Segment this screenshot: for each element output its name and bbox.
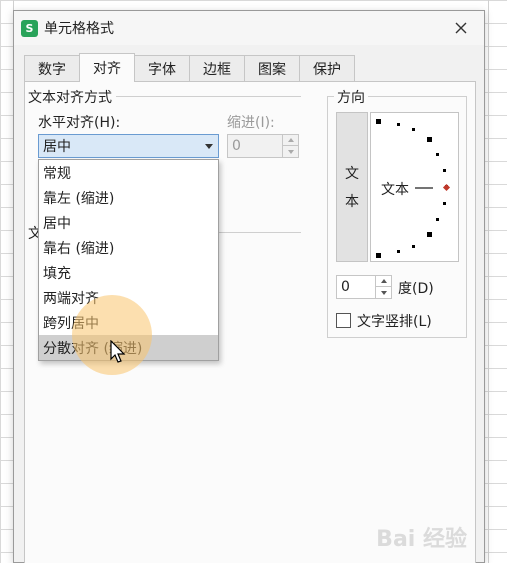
indent-label: 缩进(I): — [227, 115, 275, 131]
indent-down-button[interactable] — [283, 146, 298, 157]
dialog-title: 单元格格式 — [44, 21, 114, 37]
vertical-text-checkbox[interactable] — [336, 313, 351, 328]
dial-text: 文本 — [381, 182, 409, 198]
vertical-text-button[interactable]: 文 本 — [336, 112, 368, 262]
close-button[interactable] — [450, 17, 472, 39]
dial-mark — [436, 218, 439, 221]
indent-up-button[interactable] — [283, 135, 298, 146]
degree-stepper[interactable]: 0 — [336, 275, 392, 299]
dropdown-option-selected[interactable]: 分散对齐 (缩进) — [39, 335, 218, 360]
vertical-text-char: 本 — [345, 194, 359, 210]
tab-alignment[interactable]: 对齐 — [79, 53, 135, 82]
horizontal-align-value: 居中 — [43, 139, 71, 155]
dial-mark — [412, 245, 415, 248]
vertical-text-checkbox-label[interactable]: 文字竖排(L) — [357, 311, 432, 331]
dial-handle[interactable] — [442, 183, 451, 192]
dial-mark — [427, 232, 432, 237]
dial-mark — [436, 153, 439, 156]
dropdown-option[interactable]: 填充 — [39, 260, 218, 285]
dropdown-option[interactable]: 靠右 (缩进) — [39, 235, 218, 260]
tab-border[interactable]: 边框 — [189, 55, 245, 82]
arrow-up-icon — [287, 138, 294, 142]
arrow-down-icon — [287, 149, 294, 154]
tab-font[interactable]: 字体 — [134, 55, 190, 82]
tab-number[interactable]: 数字 — [24, 55, 80, 82]
dropdown-option[interactable]: 两端对齐 — [39, 285, 218, 310]
dropdown-option[interactable]: 靠左 (缩进) — [39, 185, 218, 210]
degree-value: 0 — [341, 279, 350, 295]
degree-down-button[interactable] — [376, 287, 391, 298]
indent-value: 0 — [232, 138, 241, 154]
dial-mark — [397, 123, 400, 126]
chevron-down-icon — [205, 144, 213, 149]
indent-stepper-buttons — [282, 135, 298, 157]
tab-protection[interactable]: 保护 — [299, 55, 355, 82]
indent-stepper[interactable]: 0 — [227, 134, 299, 158]
arrow-up-icon — [380, 279, 387, 283]
tab-pattern[interactable]: 图案 — [244, 55, 300, 82]
dial-mark — [376, 119, 381, 124]
dropdown-option[interactable]: 常规 — [39, 160, 218, 185]
dial-mark — [443, 169, 446, 172]
horizontal-align-select[interactable]: 居中 — [38, 134, 219, 158]
app-icon: S — [21, 19, 38, 37]
horizontal-align-label: 水平对齐(H): — [38, 115, 121, 131]
dial-mark — [397, 250, 400, 253]
vertical-text-char: 文 — [345, 166, 359, 182]
watermark: Bai 经验 — [376, 527, 467, 552]
degree-label: 度(D) — [398, 281, 434, 297]
orientation-title: 方向 — [334, 87, 368, 107]
titlebar: S 单元格格式 — [14, 11, 484, 45]
horizontal-align-dropdown: 常规 靠左 (缩进) 居中 靠右 (缩进) 填充 两端对齐 跨列居中 分散对齐 … — [38, 159, 219, 361]
arrow-down-icon — [380, 290, 387, 295]
dial-mark — [443, 202, 446, 205]
dropdown-option[interactable]: 跨列居中 — [39, 310, 218, 335]
text-alignment-group-title: 文本对齐方式 — [28, 87, 116, 107]
dial-mark — [427, 137, 432, 142]
tab-bar: 数字 对齐 字体 边框 图案 保护 — [24, 53, 355, 82]
degree-stepper-buttons — [375, 276, 391, 298]
group-divider — [218, 232, 301, 233]
dial-mark — [376, 253, 381, 258]
orientation-dial[interactable]: 文本 — [370, 112, 459, 262]
sheet-column-line — [488, 0, 489, 563]
close-icon — [455, 22, 467, 34]
dial-mark — [412, 128, 415, 131]
mouse-cursor-icon — [110, 340, 126, 363]
dropdown-option[interactable]: 居中 — [39, 210, 218, 235]
degree-up-button[interactable] — [376, 276, 391, 287]
